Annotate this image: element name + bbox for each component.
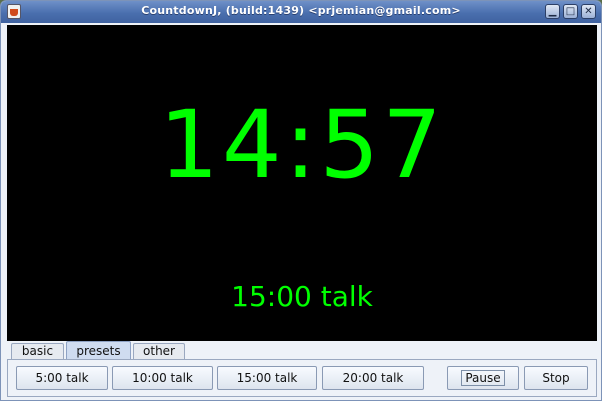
- preset-20-button[interactable]: 20:00 talk: [322, 366, 424, 390]
- pause-button-label: Pause: [461, 370, 505, 386]
- countdown-display: 14:57 15:00 talk: [7, 25, 597, 341]
- minimize-icon[interactable]: ▁: [545, 4, 560, 19]
- tab-other[interactable]: other: [133, 343, 185, 360]
- app-window: CountdownJ, (build:1439) <prjemian@gmail…: [0, 0, 602, 401]
- presets-panel: 5:00 talk 10:00 talk 15:00 talk 20:00 ta…: [7, 359, 597, 397]
- preset-label: 15:00 talk: [231, 280, 373, 313]
- window-title: CountdownJ, (build:1439) <prjemian@gmail…: [141, 4, 461, 17]
- title-bar[interactable]: CountdownJ, (build:1439) <prjemian@gmail…: [1, 1, 601, 23]
- close-icon[interactable]: ✕: [581, 4, 596, 19]
- pause-button[interactable]: Pause: [447, 366, 519, 390]
- preset-5-button[interactable]: 5:00 talk: [16, 366, 108, 390]
- maximize-icon[interactable]: □: [563, 4, 578, 19]
- preset-10-button[interactable]: 10:00 talk: [112, 366, 213, 390]
- stop-button[interactable]: Stop: [524, 366, 588, 390]
- preset-15-button[interactable]: 15:00 talk: [217, 366, 317, 390]
- tab-presets[interactable]: presets: [66, 341, 131, 360]
- countdown-time: 14:57: [159, 91, 445, 200]
- tab-basic[interactable]: basic: [11, 343, 64, 360]
